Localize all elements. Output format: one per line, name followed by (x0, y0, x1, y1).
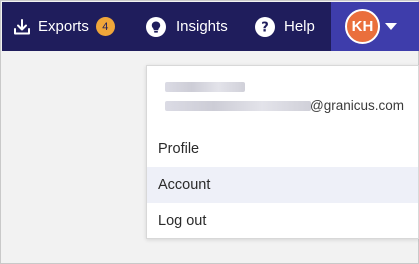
menu-item-account[interactable]: Account (147, 167, 418, 203)
download-icon (13, 18, 31, 36)
redacted-username (165, 82, 245, 92)
help-label: Help (284, 18, 315, 35)
exports-nav-button[interactable]: Exports 4 (13, 2, 115, 51)
app-frame: Exports 4 Insights ? Help KH @granicus.c… (0, 0, 419, 264)
redacted-email-local-part (165, 101, 311, 111)
exports-label: Exports (38, 18, 89, 35)
lightbulb-icon (146, 16, 166, 37)
help-nav-button[interactable]: ? Help (255, 2, 315, 51)
user-menu-toggle[interactable]: KH (331, 2, 419, 51)
top-navigation-bar: Exports 4 Insights ? Help KH (2, 2, 419, 51)
email-domain: @granicus.com (310, 98, 404, 113)
user-info: @granicus.com (165, 80, 415, 120)
caret-down-icon (385, 23, 397, 30)
insights-label: Insights (176, 18, 228, 35)
user-dropdown-menu: @granicus.com Profile Account Log out (146, 65, 419, 239)
svg-text:?: ? (261, 20, 269, 35)
insights-nav-button[interactable]: Insights (146, 2, 228, 51)
help-circle-icon: ? (255, 16, 275, 37)
exports-count-badge: 4 (95, 17, 115, 36)
menu-item-log-out[interactable]: Log out (147, 203, 418, 239)
avatar: KH (345, 9, 380, 44)
menu-item-profile[interactable]: Profile (147, 131, 418, 167)
